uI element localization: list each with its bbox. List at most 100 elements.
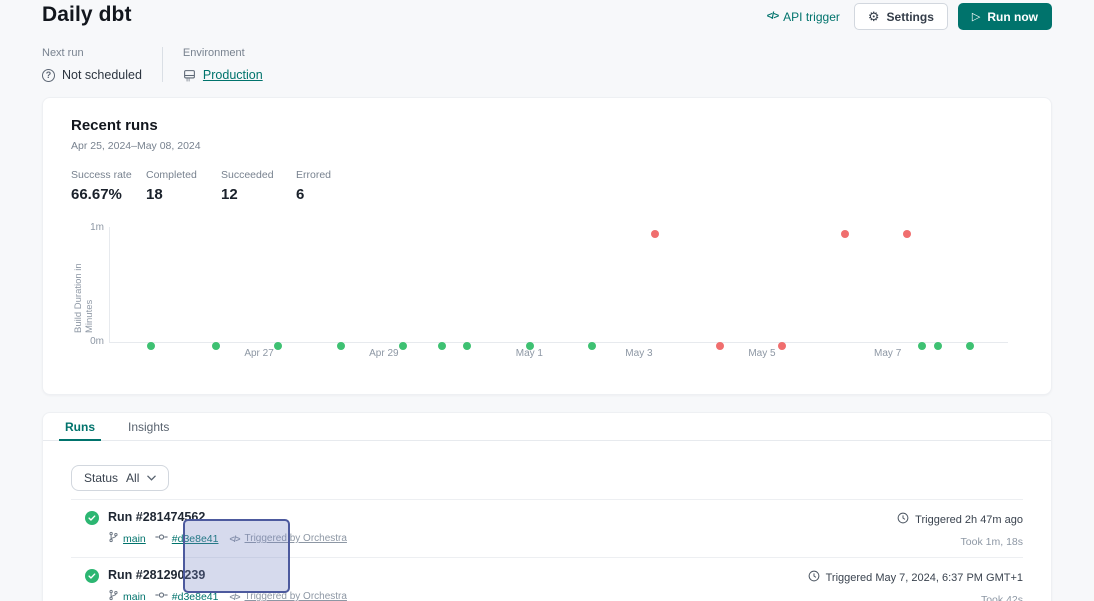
- runs-list: Run #281474562 main #d3e8e41 </> Triggered b…: [71, 499, 1023, 601]
- run-row-left: Run #281290239 main #d3e8e41 </> Triggered b…: [85, 568, 347, 601]
- run-subrow: main #d3e8e41 </> Triggered by Orchestra: [108, 589, 347, 601]
- run-subrow: main #d3e8e41 </>Triggered by Orchestra: [108, 531, 347, 546]
- job-page: Daily dbt </> API trigger ⚙ Settings ▷ R…: [0, 0, 1094, 601]
- clock-icon: [897, 512, 909, 527]
- run-data-point[interactable]: [588, 342, 596, 350]
- run-data-point[interactable]: [399, 342, 407, 350]
- stats-row: Success rate66.67%Completed18Succeeded12…: [71, 169, 1023, 203]
- git-branch-icon: [108, 531, 119, 546]
- y-axis-tick: 0m: [80, 336, 104, 347]
- recent-runs-card: Recent runs Apr 25, 2024–May 08, 2024 Su…: [42, 97, 1052, 395]
- x-axis-tick: May 3: [625, 348, 652, 359]
- run-data-point[interactable]: [438, 342, 446, 350]
- branch-link[interactable]: main: [123, 591, 146, 601]
- settings-button[interactable]: ⚙ Settings: [854, 3, 948, 30]
- stat-label: Success rate: [71, 169, 141, 181]
- trigger-source-chip[interactable]: </> Triggered by Orchestra: [229, 591, 346, 601]
- environment-link[interactable]: Production: [203, 68, 263, 82]
- commit-icon: [155, 532, 168, 545]
- run-data-point[interactable]: [716, 342, 724, 350]
- tab-insights[interactable]: Insights: [127, 413, 170, 440]
- job-meta: Next run ? Not scheduled Environment Pro…: [42, 47, 1052, 82]
- run-data-point[interactable]: [778, 342, 786, 350]
- run-data-point[interactable]: [966, 342, 974, 350]
- run-data-point[interactable]: [526, 342, 534, 350]
- api-trigger-label: API trigger: [783, 10, 840, 24]
- environment-value-row: Production: [183, 68, 263, 82]
- runs-body: Status All Run #281474562 main #d3e8e41 </>…: [43, 441, 1051, 601]
- build-duration-chart: Build Duration in Minutes 0m1mApr 27Apr …: [71, 219, 1023, 371]
- next-run-block: Next run ? Not scheduled: [42, 47, 162, 82]
- code-icon: </>: [229, 592, 239, 601]
- stat-value: 12: [221, 186, 291, 203]
- stat-value: 18: [146, 186, 216, 203]
- settings-label: Settings: [887, 10, 934, 24]
- tab-runs[interactable]: Runs: [64, 413, 96, 440]
- branch-ref: main: [108, 589, 146, 601]
- environment-label: Environment: [183, 47, 263, 59]
- run-triggered-text: Triggered 2h 47m ago: [915, 514, 1023, 526]
- success-check-icon: [85, 569, 99, 583]
- run-row-left: Run #281474562 main #d3e8e41 </>Triggered b…: [85, 510, 347, 546]
- trigger-source-chip[interactable]: </>Triggered by Orchestra: [229, 533, 346, 544]
- branch-link[interactable]: main: [123, 533, 146, 545]
- chevron-down-icon: [147, 475, 156, 481]
- next-run-label: Next run: [42, 47, 142, 59]
- commit-ref: #d3e8e41: [155, 590, 219, 601]
- run-data-point[interactable]: [651, 230, 659, 238]
- api-trigger-link[interactable]: </> API trigger: [767, 10, 840, 24]
- run-row[interactable]: Run #281290239 main #d3e8e41 </> Triggered b…: [71, 558, 1023, 601]
- help-circle-icon: ?: [42, 69, 55, 82]
- chart-plot-area: 0m1mApr 27Apr 29May 1May 3May 5May 7: [109, 227, 1008, 343]
- run-data-point[interactable]: [903, 230, 911, 238]
- success-check-icon: [85, 511, 99, 525]
- database-icon: [183, 69, 196, 82]
- code-icon: </>: [767, 11, 778, 22]
- run-data-point[interactable]: [918, 342, 926, 350]
- commit-link[interactable]: #d3e8e41: [172, 591, 219, 601]
- stat-value: 66.67%: [71, 186, 141, 203]
- run-data-point[interactable]: [274, 342, 282, 350]
- run-data-point[interactable]: [147, 342, 155, 350]
- x-axis-tick: Apr 27: [244, 348, 273, 359]
- run-data-point[interactable]: [463, 342, 471, 350]
- code-icon: </>: [229, 534, 239, 544]
- y-axis-tick: 1m: [80, 222, 104, 233]
- run-row-right: Triggered May 7, 2024, 6:37 PM GMT+1Took…: [808, 568, 1023, 601]
- run-title: Run #281474562: [108, 510, 347, 524]
- git-branch-icon: [108, 589, 119, 601]
- run-data-point[interactable]: [841, 230, 849, 238]
- next-run-value-row: ? Not scheduled: [42, 68, 142, 82]
- recent-runs-date-range: Apr 25, 2024–May 08, 2024: [71, 140, 1023, 152]
- status-filter-label: Status: [84, 471, 118, 485]
- run-took-text: Took 1m, 18s: [897, 536, 1023, 548]
- status-filter[interactable]: Status All: [71, 465, 169, 491]
- run-triggered: Triggered May 7, 2024, 6:37 PM GMT+1: [808, 570, 1023, 585]
- stat-value: 6: [296, 186, 366, 203]
- environment-block: Environment Production: [162, 47, 263, 82]
- stat-item: Errored6: [296, 169, 366, 203]
- next-run-value: Not scheduled: [62, 68, 142, 82]
- gear-icon: ⚙: [868, 10, 880, 23]
- page-title: Daily dbt: [42, 3, 132, 27]
- run-data-point[interactable]: [337, 342, 345, 350]
- run-row[interactable]: Run #281474562 main #d3e8e41 </>Triggered b…: [71, 500, 1023, 558]
- commit-icon: [155, 590, 168, 601]
- stat-item: Success rate 66.67%: [71, 169, 141, 203]
- run-title: Run #281290239: [108, 568, 347, 582]
- play-icon: ▷: [972, 10, 980, 23]
- chart-y-axis-label: Build Duration in Minutes: [73, 257, 95, 333]
- trigger-source-label: Triggered by Orchestra: [245, 591, 347, 601]
- status-filter-value: All: [126, 471, 139, 485]
- page-header: Daily dbt </> API trigger ⚙ Settings ▷ R…: [0, 0, 1094, 30]
- run-data-point[interactable]: [212, 342, 220, 350]
- commit-link[interactable]: #d3e8e41: [172, 533, 219, 545]
- run-data-point[interactable]: [934, 342, 942, 350]
- runs-card: Runs Insights Status All Run #281474562 ma…: [42, 412, 1052, 601]
- run-now-label: Run now: [987, 10, 1038, 24]
- run-row-main: Run #281290239 main #d3e8e41 </> Triggered b…: [108, 568, 347, 601]
- stat-label: Completed: [146, 169, 216, 181]
- clock-icon: [808, 570, 820, 585]
- x-axis-tick: Apr 29: [369, 348, 398, 359]
- run-now-button[interactable]: ▷ Run now: [958, 3, 1052, 30]
